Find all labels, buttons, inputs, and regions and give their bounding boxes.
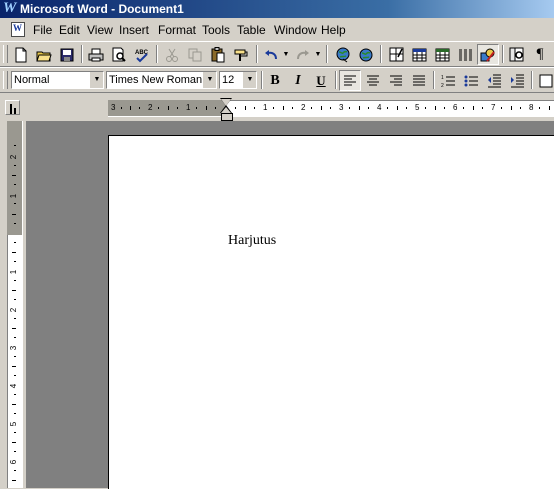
spelling-grammar-icon[interactable]: ABC — [131, 44, 153, 65]
standard-toolbar: ABC ▼ ▼ ¶ — [0, 41, 554, 67]
toolbar-separator — [502, 45, 504, 63]
menu-window[interactable]: Window — [274, 23, 317, 38]
font-combo[interactable]: Times New Roman ▼ — [106, 71, 217, 89]
ruler-label: 7 — [491, 103, 496, 112]
ruler-label: 6 — [9, 459, 18, 465]
ruler-label: 3 — [339, 103, 344, 112]
web-toolbar-icon[interactable] — [355, 44, 377, 65]
svg-text:1: 1 — [441, 75, 444, 81]
ruler-label: 1 — [9, 193, 18, 199]
redo-icon[interactable] — [292, 44, 314, 65]
ruler-label: 1 — [186, 103, 191, 112]
chevron-down-icon[interactable]: ▼ — [90, 72, 103, 88]
ruler-label: 8 — [529, 103, 534, 112]
document-map-icon[interactable] — [506, 44, 528, 65]
toolbar-separator — [335, 71, 337, 89]
insert-excel-worksheet-icon[interactable] — [431, 44, 453, 65]
ruler-label: 3 — [111, 103, 116, 112]
toolbar-grip[interactable] — [3, 45, 8, 63]
print-preview-icon[interactable] — [108, 44, 130, 65]
format-painter-icon[interactable] — [230, 44, 252, 65]
print-icon[interactable] — [85, 44, 107, 65]
undo-icon[interactable] — [260, 44, 282, 65]
menu-file[interactable]: File — [33, 23, 52, 38]
window-title: Microsoft Word - Document1 — [20, 2, 184, 16]
style-combo[interactable]: Normal ▼ — [11, 71, 104, 89]
toolbar-separator — [531, 71, 533, 89]
tab-stop-selector[interactable] — [5, 100, 20, 115]
word-app-icon[interactable]: W — [3, 1, 17, 16]
ruler-label: 2 — [9, 154, 18, 160]
ruler-label: 2 — [301, 103, 306, 112]
toolbar-separator — [156, 45, 158, 63]
justify-icon[interactable] — [408, 70, 430, 91]
bullets-icon[interactable] — [460, 70, 482, 91]
italic-button[interactable]: I — [287, 70, 309, 91]
ruler-label: 2 — [148, 103, 153, 112]
ruler-label: 5 — [9, 421, 18, 427]
ruler-left-margin — [108, 100, 226, 116]
tables-borders-icon[interactable] — [385, 44, 407, 65]
document-page[interactable] — [108, 135, 554, 489]
menu-view[interactable]: View — [87, 23, 113, 38]
chevron-down-icon[interactable]: ▼ — [243, 72, 256, 88]
copy-icon[interactable] — [184, 44, 206, 65]
menu-edit[interactable]: Edit — [59, 23, 80, 38]
menu-bar: File Edit View Insert Format Tools Table… — [0, 20, 554, 41]
toolbar-separator — [81, 45, 83, 63]
columns-icon[interactable] — [454, 44, 476, 65]
ruler-label: 1 — [263, 103, 268, 112]
toolbar-separator — [261, 71, 263, 89]
insert-table-icon[interactable] — [408, 44, 430, 65]
ruler-label: 1 — [9, 269, 18, 275]
menu-help[interactable]: Help — [321, 23, 346, 38]
left-indent-marker[interactable] — [221, 113, 233, 121]
bold-button[interactable]: B — [264, 70, 286, 91]
ruler-label: 5 — [415, 103, 420, 112]
underline-button[interactable]: U — [310, 70, 332, 91]
ruler-top-margin — [7, 121, 22, 235]
ruler-label: 2 — [9, 307, 18, 313]
font-size-combo[interactable]: 12 ▼ — [219, 71, 257, 89]
align-left-icon[interactable] — [339, 70, 361, 91]
outside-border-icon[interactable] — [535, 70, 554, 91]
toolbar-grip[interactable] — [3, 71, 8, 89]
toolbar-separator — [380, 45, 382, 63]
toolbar-separator — [256, 45, 258, 63]
menu-format[interactable]: Format — [158, 23, 196, 38]
title-bar: W Microsoft Word - Document1 — [0, 0, 554, 18]
numbering-icon[interactable]: 12 — [437, 70, 459, 91]
font-size-value: 12 — [222, 74, 235, 86]
insert-hyperlink-icon[interactable] — [332, 44, 354, 65]
menu-table[interactable]: Table — [237, 23, 266, 38]
undo-dropdown-icon[interactable]: ▼ — [282, 44, 290, 65]
open-folder-icon[interactable] — [33, 44, 55, 65]
chevron-down-icon[interactable]: ▼ — [203, 72, 216, 88]
increase-indent-icon[interactable] — [506, 70, 528, 91]
paste-icon[interactable] — [207, 44, 229, 65]
align-center-icon[interactable] — [362, 70, 384, 91]
drawing-icon[interactable] — [477, 44, 499, 65]
document-text[interactable]: Harjutus — [228, 233, 276, 249]
ruler-label: 4 — [9, 383, 18, 389]
style-value: Normal — [14, 74, 50, 86]
formatting-toolbar: Normal ▼ Times New Roman ▼ 12 ▼ B I U 12 — [0, 67, 554, 93]
show-hide-icon[interactable]: ¶ — [529, 44, 551, 65]
new-document-icon[interactable] — [10, 44, 32, 65]
ruler-label: 3 — [9, 345, 18, 351]
ruler-label: 4 — [377, 103, 382, 112]
toolbar-separator — [326, 45, 328, 63]
save-icon[interactable] — [56, 44, 78, 65]
cut-icon[interactable] — [161, 44, 183, 65]
svg-text:2: 2 — [441, 83, 444, 88]
toolbar-separator — [433, 71, 435, 89]
ruler-label: 6 — [453, 103, 458, 112]
menu-tools[interactable]: Tools — [202, 23, 230, 38]
redo-dropdown-icon[interactable]: ▼ — [314, 44, 322, 65]
align-right-icon[interactable] — [385, 70, 407, 91]
font-value: Times New Roman — [109, 74, 203, 86]
menu-insert[interactable]: Insert — [119, 23, 149, 38]
document-icon[interactable] — [11, 22, 25, 37]
decrease-indent-icon[interactable] — [483, 70, 505, 91]
